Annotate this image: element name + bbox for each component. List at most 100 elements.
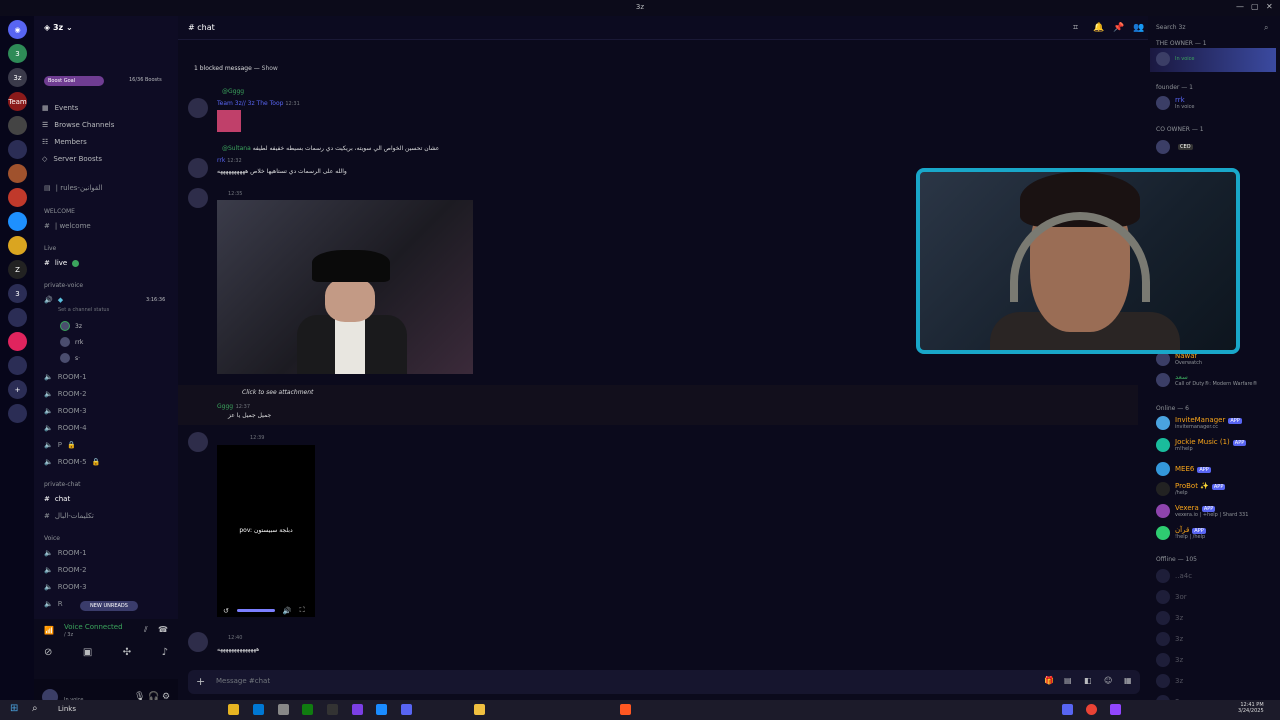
channel-live[interactable]: # live	[44, 259, 80, 267]
app-icon[interactable]	[620, 704, 631, 715]
noise-suppression-icon[interactable]: ⫽	[144, 625, 148, 635]
reply-preview[interactable]: @Sultana عشان تحسين الخواص الي سويته، بر…	[222, 145, 439, 152]
app-icon[interactable]	[401, 704, 412, 715]
add-attachment-icon[interactable]: +	[196, 675, 205, 688]
video-progress[interactable]	[236, 609, 275, 612]
discord-taskbar-icon[interactable]	[1062, 704, 1073, 715]
bot-member[interactable]: MEE6 APP	[1156, 462, 1211, 476]
voice-room-b1[interactable]: 🔈 ROOM-1	[44, 549, 87, 557]
server-icon[interactable]	[8, 332, 27, 351]
xbox-icon[interactable]	[302, 704, 313, 715]
search-input[interactable]: Search 3z	[1156, 24, 1186, 31]
avatar[interactable]	[188, 188, 208, 208]
voice-room-b2[interactable]: 🔈 ROOM-2	[44, 566, 87, 574]
message-author[interactable]: Team 3z// 3z The Toop	[217, 100, 283, 107]
message-author[interactable]: rrk	[217, 157, 225, 164]
category-private-voice[interactable]: private-voice	[44, 282, 83, 289]
screen-share-icon[interactable]: ▣	[83, 647, 92, 658]
channel-chat[interactable]: # chat	[44, 495, 70, 503]
emoji-icon[interactable]: ☺	[1104, 676, 1112, 685]
show-blocked-link[interactable]: Show	[262, 65, 278, 72]
voice-user-3z[interactable]: 3z	[60, 321, 82, 331]
voice-room-b4[interactable]: 🔈 R	[44, 600, 63, 608]
attachment-link[interactable]: Click to see attachment	[242, 389, 313, 396]
member-item[interactable]: Nawaf Overwatch	[1156, 352, 1202, 366]
category-voice[interactable]: Voice	[44, 535, 60, 542]
voice-user-3[interactable]: s·	[60, 353, 80, 363]
reply-preview[interactable]: @Gggg	[222, 88, 244, 95]
category-private-chat[interactable]: private-chat	[44, 481, 81, 488]
server-icon[interactable]: +	[8, 380, 27, 399]
app-icon[interactable]	[278, 704, 289, 715]
replay-icon[interactable]: ↺	[223, 607, 229, 615]
active-voice-channel[interactable]: 🔊 ◆	[44, 296, 63, 304]
chrome-icon[interactable]	[1086, 704, 1097, 715]
avatar[interactable]	[188, 98, 208, 118]
server-icon[interactable]: 3	[8, 44, 27, 63]
volume-icon[interactable]: 🔊	[283, 607, 292, 615]
offline-member[interactable]: ..a4c	[1156, 569, 1192, 583]
voice-room-4[interactable]: 🔈 ROOM-4	[44, 424, 87, 432]
nav-events[interactable]: ▦ Events	[42, 104, 78, 112]
nav-server-boosts[interactable]: ◇ Server Boosts	[42, 155, 102, 163]
server-icon[interactable]	[8, 188, 27, 207]
sticker-icon[interactable]: ◧	[1084, 676, 1092, 685]
minimize-button[interactable]: —	[1236, 2, 1244, 11]
server-icon[interactable]: Z	[8, 260, 27, 279]
server-icon[interactable]	[8, 140, 27, 159]
avatar[interactable]	[188, 158, 208, 178]
server-icon[interactable]	[8, 308, 27, 327]
threads-icon[interactable]: ⌗	[1073, 23, 1078, 33]
message-input[interactable]: Message #chat	[216, 677, 270, 685]
member-item[interactable]: CEO	[1156, 140, 1193, 154]
close-button[interactable]: ✕	[1266, 2, 1273, 11]
category-live[interactable]: Live	[44, 245, 56, 252]
voice-room-b3[interactable]: 🔈 ROOM-3	[44, 583, 87, 591]
windows-start-icon[interactable]: ⊞	[10, 703, 18, 714]
offline-member[interactable]: 3z	[1156, 653, 1183, 667]
app-icon[interactable]	[352, 704, 363, 715]
app-icon[interactable]	[474, 704, 485, 715]
message-author[interactable]: Gggg	[217, 403, 233, 410]
apps-icon[interactable]: ▦	[1124, 676, 1132, 685]
channel-chat2[interactable]: # تكليمات-البال	[44, 512, 94, 520]
bot-member[interactable]: ProBot ✨ APP/help	[1156, 482, 1226, 496]
server-icon[interactable]: Team	[8, 92, 27, 111]
category-welcome[interactable]: WELCOME	[44, 208, 75, 215]
voice-room-5[interactable]: 🔈 ROOM-5 🔒	[44, 458, 100, 466]
nav-browse-channels[interactable]: ☰ Browse Channels	[42, 121, 114, 129]
camera-off-icon[interactable]: ⊘	[44, 647, 52, 658]
bell-icon[interactable]: 🔔	[1093, 23, 1104, 33]
store-icon[interactable]	[253, 704, 264, 715]
boost-goal-badge[interactable]: Boost Goal	[44, 76, 104, 86]
sticker-image[interactable]	[217, 110, 241, 132]
maximize-button[interactable]: ▢	[1251, 2, 1259, 11]
bot-member[interactable]: InviteManager APP invitemanager.cc	[1156, 416, 1242, 430]
nav-members[interactable]: ☷ Members	[42, 138, 87, 146]
message-composer[interactable]: + Message #chat 🎁 ▤ ◧ ☺ ▦	[188, 670, 1140, 694]
voice-room-2[interactable]: 🔈 ROOM-2	[44, 390, 87, 398]
offline-member[interactable]: 3z	[1156, 674, 1183, 688]
offline-member[interactable]: 3z	[1156, 611, 1183, 625]
member-item[interactable]: rrk In voice	[1156, 96, 1194, 110]
discord-home-icon[interactable]: ◉	[8, 20, 27, 39]
server-icon[interactable]: 3z	[8, 68, 27, 87]
app-icon[interactable]	[1110, 704, 1121, 715]
search-icon[interactable]: ⌕	[32, 703, 38, 714]
server-icon[interactable]	[8, 164, 27, 183]
clock[interactable]: 12:41 PM 3/24/2025	[1238, 702, 1264, 714]
offline-member[interactable]: 3z	[1156, 632, 1183, 646]
voice-room-p[interactable]: 🔈 P 🔒	[44, 441, 76, 449]
activities-icon[interactable]: ✣	[123, 647, 131, 658]
new-unreads-pill[interactable]: NEW UNREADS	[80, 601, 138, 611]
channel-rules[interactable]: ▤ | rules-القوانين	[44, 184, 103, 192]
server-name[interactable]: ◈ 3z ⌄	[44, 23, 73, 32]
member-item[interactable]: سعد Call of Duty®: Modern Warfare®	[1156, 373, 1257, 387]
voice-room-3[interactable]: 🔈 ROOM-3	[44, 407, 87, 415]
channel-status-hint[interactable]: Set a channel status	[58, 307, 109, 313]
voice-room-1[interactable]: 🔈 ROOM-1	[44, 373, 87, 381]
soundboard-icon[interactable]: ♪	[162, 647, 168, 658]
disconnect-icon[interactable]: ☎	[158, 625, 168, 634]
member-list-icon[interactable]: 👥	[1133, 23, 1144, 33]
member-item[interactable]: In voice	[1156, 52, 1194, 66]
